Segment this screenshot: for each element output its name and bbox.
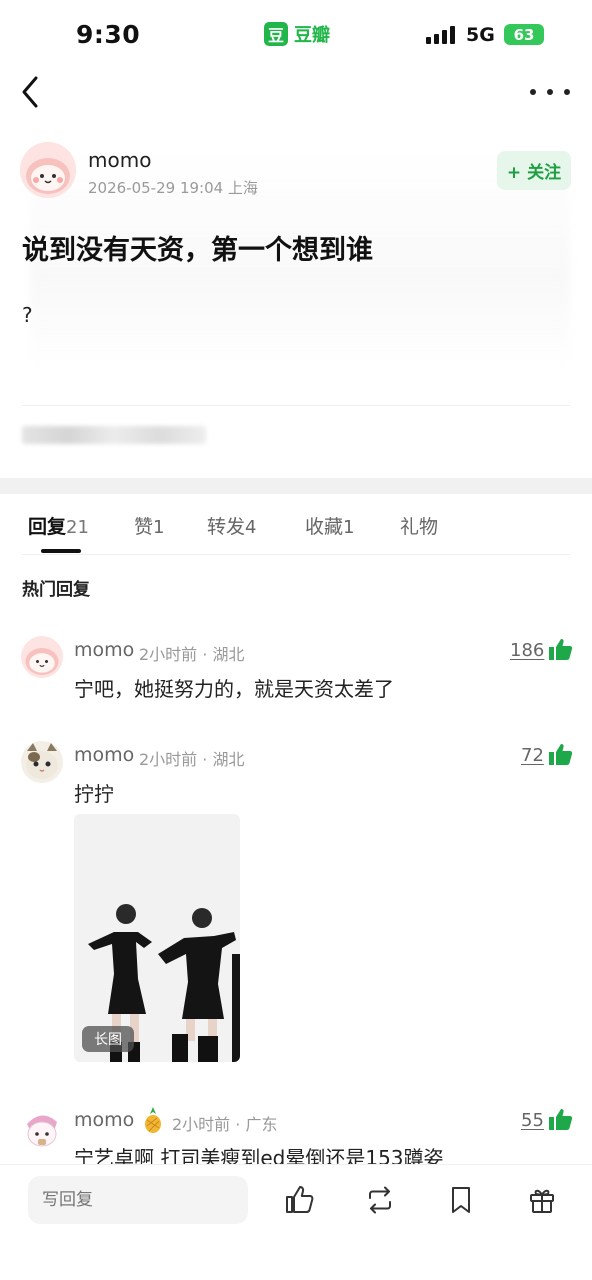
follow-button[interactable]: + 关注	[497, 151, 571, 190]
post-body: ?	[22, 303, 33, 327]
chevron-left-icon	[22, 76, 38, 108]
gift-icon[interactable]	[526, 1184, 558, 1216]
cartoon-avatar-icon	[21, 636, 63, 678]
tab-label: 礼物	[400, 516, 439, 538]
cartoon-avatar-icon	[21, 1108, 63, 1150]
tab-label: 收藏	[305, 516, 344, 538]
tab-label: 回复	[28, 516, 67, 538]
cartoon-avatar-icon	[20, 142, 76, 198]
tab-count: 1	[153, 517, 165, 538]
bottom-action-bar	[0, 1164, 592, 1280]
cat-avatar-icon	[21, 741, 63, 783]
tab-likes[interactable]: 赞1	[134, 512, 164, 539]
tab-gifts[interactable]: 礼物	[400, 512, 438, 539]
tab-reposts[interactable]: 转发4	[207, 512, 256, 539]
douban-app-icon: 豆	[264, 22, 288, 46]
comment-meta: 2小时前 · 广东	[172, 1115, 278, 1134]
tab-favorites[interactable]: 收藏1	[305, 512, 354, 539]
divider	[22, 405, 570, 406]
comment-text: 宁吧，她挺努力的，就是天资太差了	[74, 677, 394, 701]
comment-like-count[interactable]: 186	[510, 640, 544, 661]
comment-like-count[interactable]: 55	[521, 1110, 544, 1131]
app-name: 豆瓣	[294, 25, 330, 46]
post-title: 说到没有天资，第一个想到谁	[22, 235, 373, 266]
tab-count: 21	[66, 517, 89, 538]
comment-like-count[interactable]: 72	[521, 745, 544, 766]
more-dot	[547, 89, 553, 95]
pineapple-badge-icon	[145, 1107, 161, 1133]
tab-bar: 回复21 赞1 转发4 收藏1 礼物	[0, 494, 592, 554]
long-image-tag: 长图	[82, 1026, 134, 1052]
thumbs-up-icon[interactable]	[547, 1107, 573, 1131]
author-name[interactable]: momo	[88, 148, 151, 172]
comment-meta: 2小时前 · 湖北	[139, 750, 245, 769]
battery-icon: 63	[504, 24, 544, 45]
author-avatar[interactable]	[20, 142, 76, 198]
comment-meta: 2小时前 · 湖北	[139, 645, 245, 664]
bookmark-icon[interactable]	[445, 1184, 477, 1216]
more-options-button[interactable]	[530, 80, 570, 104]
thumbs-up-icon[interactable]	[547, 742, 573, 766]
repost-icon[interactable]	[364, 1184, 396, 1216]
tab-count: 1	[343, 517, 355, 538]
status-time: 9:30	[76, 20, 141, 49]
network-type: 5G	[466, 24, 495, 46]
tab-label: 赞	[134, 516, 154, 538]
active-tab-indicator	[41, 549, 81, 553]
battery-level: 63	[513, 25, 535, 44]
divider	[22, 554, 570, 555]
comment-author[interactable]: momo	[74, 744, 134, 766]
app-badge: 豆 豆瓣	[264, 21, 330, 47]
cellular-signal-icon	[426, 26, 455, 44]
comment-image[interactable]: 长图	[74, 814, 240, 1062]
section-separator	[0, 478, 592, 494]
status-bar: 9:30 豆 豆瓣 5G 63	[0, 0, 592, 70]
comment-avatar[interactable]	[21, 741, 63, 783]
more-dot	[564, 89, 570, 95]
comment-author[interactable]: momo	[74, 639, 134, 661]
hot-replies-heading: 热门回复	[22, 580, 90, 600]
tab-count: 4	[245, 517, 257, 538]
thumbs-up-icon[interactable]	[547, 637, 573, 661]
blurred-tags	[22, 426, 206, 444]
dancers-photo	[74, 814, 240, 1062]
back-button[interactable]	[18, 74, 46, 110]
like-icon[interactable]	[283, 1184, 315, 1216]
more-dot	[530, 89, 536, 95]
post-timestamp-location: 2026-05-29 19:04 上海	[88, 179, 258, 197]
comment-author[interactable]: momo	[74, 1109, 134, 1131]
comment-avatar[interactable]	[21, 636, 63, 678]
comment-text: 拧拧	[74, 782, 114, 806]
tab-replies[interactable]: 回复21	[28, 512, 89, 539]
comment-avatar[interactable]	[21, 1108, 63, 1150]
reply-input[interactable]	[28, 1176, 248, 1224]
tab-label: 转发	[207, 516, 246, 538]
